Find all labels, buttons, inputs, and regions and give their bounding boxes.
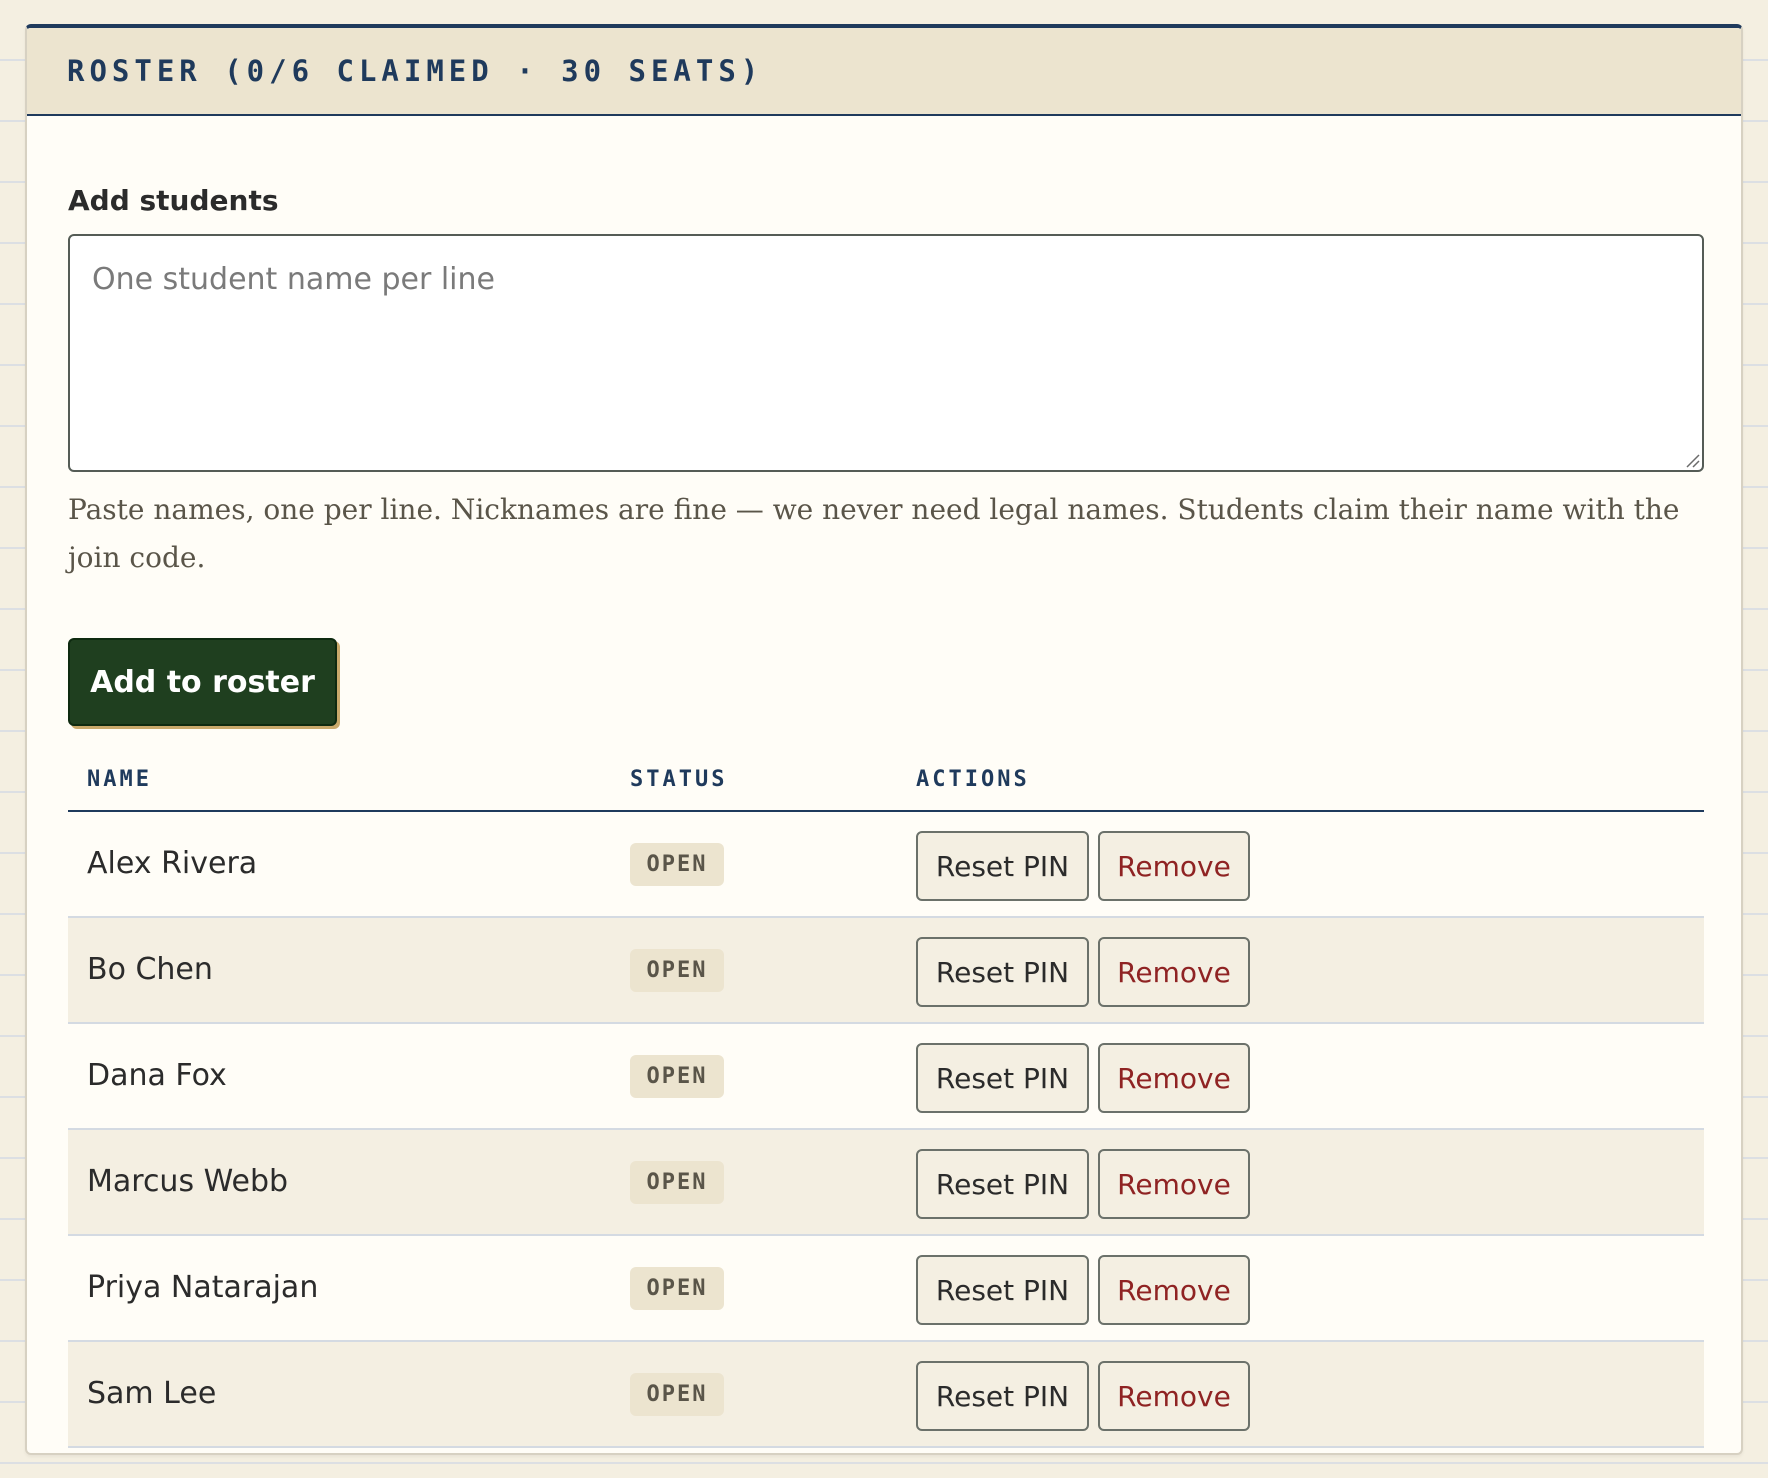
reset-pin-button[interactable]: Reset PIN (916, 1043, 1089, 1113)
roster-card: ROSTER (0/6 CLAIMED · 30 SEATS) Add stud… (25, 24, 1743, 1455)
table-row: Dana Fox OPEN Reset PIN Remove (68, 1024, 1704, 1130)
student-name: Alex Rivera (87, 846, 258, 881)
reset-pin-button[interactable]: Reset PIN (916, 1255, 1089, 1325)
roster-header: ROSTER (0/6 CLAIMED · 30 SEATS) (27, 28, 1741, 116)
remove-button[interactable]: Remove (1098, 937, 1250, 1007)
student-names-textarea[interactable] (68, 234, 1704, 472)
remove-button[interactable]: Remove (1098, 1255, 1250, 1325)
reset-pin-button[interactable]: Reset PIN (916, 1361, 1089, 1431)
help-text: Paste names, one per line. Nicknames are… (68, 493, 1680, 574)
add-to-roster-button[interactable]: Add to roster (68, 638, 337, 726)
column-header-status: STATUS (630, 767, 728, 792)
add-students-label: Add students (68, 184, 279, 217)
column-header-name: NAME (87, 767, 152, 792)
remove-button[interactable]: Remove (1098, 1149, 1250, 1219)
table-row: Bo Chen OPEN Reset PIN Remove (68, 918, 1704, 1024)
table-body: Alex Rivera OPEN Reset PIN Remove Bo Che… (68, 812, 1704, 1448)
remove-button[interactable]: Remove (1098, 831, 1250, 901)
table-row: Marcus Webb OPEN Reset PIN Remove (68, 1130, 1704, 1236)
status-badge: OPEN (630, 1267, 724, 1310)
resize-handle-icon[interactable] (1684, 452, 1700, 468)
student-name: Sam Lee (87, 1376, 217, 1411)
status-badge: OPEN (630, 1055, 724, 1098)
column-header-actions: ACTIONS (916, 767, 1030, 792)
student-name: Bo Chen (87, 952, 213, 987)
student-name: Dana Fox (87, 1058, 227, 1093)
roster-table: NAME STATUS ACTIONS Alex Rivera OPEN Res… (68, 750, 1704, 1448)
table-header: NAME STATUS ACTIONS (68, 750, 1704, 812)
remove-button[interactable]: Remove (1098, 1361, 1250, 1431)
status-badge: OPEN (630, 1161, 724, 1204)
table-row: Priya Natarajan OPEN Reset PIN Remove (68, 1236, 1704, 1342)
reset-pin-button[interactable]: Reset PIN (916, 831, 1089, 901)
status-badge: OPEN (630, 843, 724, 886)
status-badge: OPEN (630, 949, 724, 992)
reset-pin-button[interactable]: Reset PIN (916, 1149, 1089, 1219)
student-name: Priya Natarajan (87, 1270, 319, 1305)
table-row: Sam Lee OPEN Reset PIN Remove (68, 1342, 1704, 1448)
reset-pin-button[interactable]: Reset PIN (916, 937, 1089, 1007)
roster-title: ROSTER (0/6 CLAIMED · 30 SEATS) (67, 54, 764, 88)
status-badge: OPEN (630, 1373, 724, 1416)
remove-button[interactable]: Remove (1098, 1043, 1250, 1113)
student-name: Marcus Webb (87, 1164, 289, 1199)
table-row: Alex Rivera OPEN Reset PIN Remove (68, 812, 1704, 918)
